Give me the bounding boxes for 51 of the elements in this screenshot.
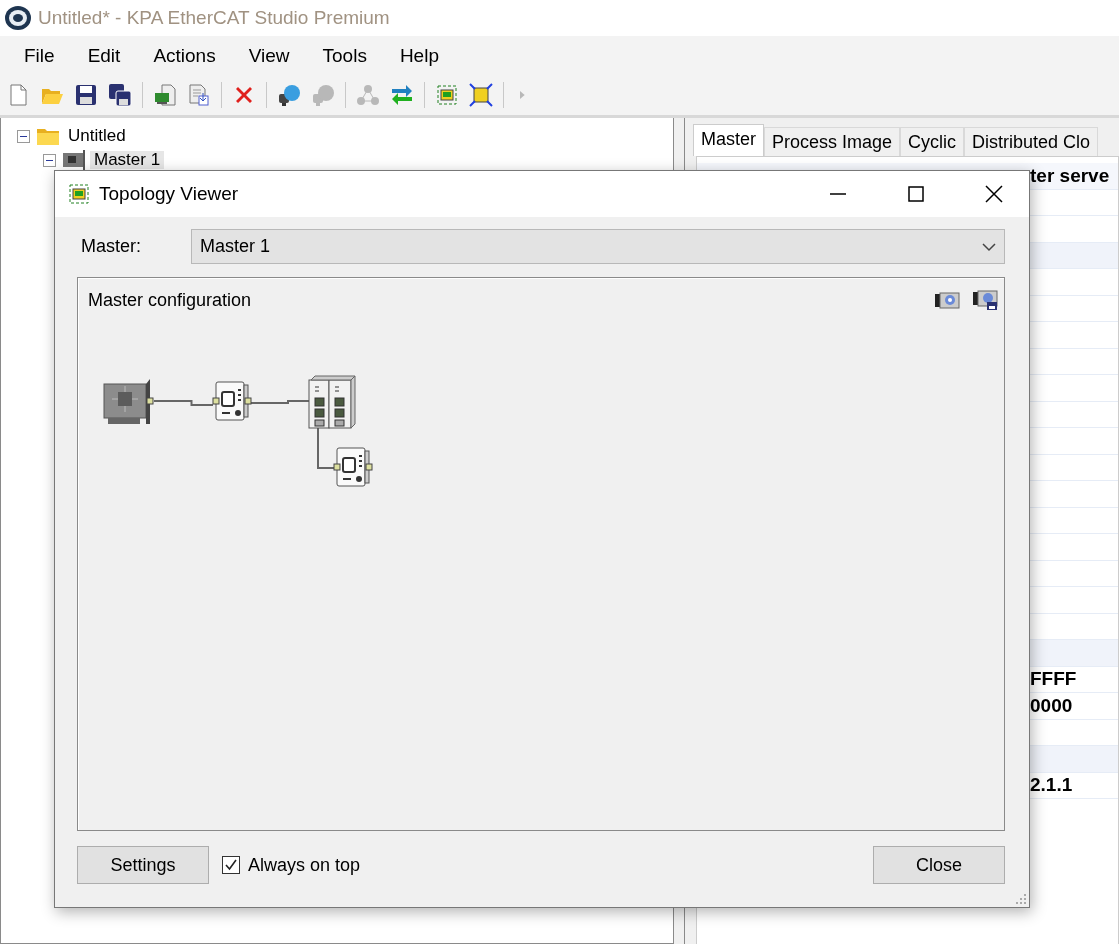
property-value: FFFF	[1030, 668, 1077, 691]
menu-item[interactable]: Edit	[75, 44, 133, 67]
fit-icon[interactable]	[469, 83, 493, 107]
panel-title: Master configuration	[88, 290, 252, 311]
settings-button[interactable]: Settings	[77, 846, 209, 884]
resize-grip-icon[interactable]	[1016, 894, 1026, 904]
connect-icon[interactable]	[277, 83, 301, 107]
connector-line	[250, 400, 310, 404]
tab[interactable]: Distributed Clo	[964, 127, 1099, 156]
swap-arrows-icon[interactable]	[390, 83, 414, 107]
property-value: ter serve	[1030, 164, 1110, 187]
connector-line	[153, 400, 214, 406]
menu-item[interactable]: File	[12, 44, 67, 67]
property-value: 2.1.1	[1030, 774, 1073, 797]
camera-icon[interactable]	[934, 290, 960, 310]
expand-toggle[interactable]	[43, 153, 56, 167]
network-card-icon[interactable]	[153, 83, 177, 107]
topology-icon[interactable]	[435, 83, 459, 107]
import-icon[interactable]	[187, 83, 211, 107]
master-dropdown[interactable]: Master 1	[191, 229, 1005, 264]
tab[interactable]: Cyclic	[900, 127, 965, 156]
checkbox-label: Always on top	[248, 854, 361, 876]
coupler-drawing	[308, 375, 356, 429]
maximize-icon[interactable]	[907, 185, 925, 203]
menu-item[interactable]: Actions	[141, 44, 228, 67]
close-button[interactable]: Close	[873, 846, 1005, 884]
folder-icon	[36, 126, 60, 146]
save-all-icon[interactable]	[108, 83, 132, 107]
master-label: Master:	[80, 236, 142, 257]
io-module-drawing	[333, 447, 373, 487]
dialog-title: Topology Viewer	[99, 183, 240, 205]
tree-item[interactable]: Master 1	[90, 151, 165, 169]
save-icon[interactable]	[74, 83, 98, 107]
network-card-drawing	[103, 379, 154, 424]
menu-item[interactable]: Help	[387, 44, 451, 67]
property-value: 0000	[1030, 694, 1073, 717]
window-title: Untitled* - KPA EtherCAT Studio Premium	[38, 7, 390, 29]
expand-toggle[interactable]	[17, 129, 30, 143]
menu-item[interactable]: Tools	[310, 44, 379, 67]
camera-save-icon[interactable]	[972, 290, 998, 310]
checkbox[interactable]	[222, 856, 240, 874]
topology-icon	[67, 182, 91, 206]
connector-line	[317, 427, 335, 469]
chevron-down-icon[interactable]	[982, 241, 996, 252]
tree-item[interactable]: Untitled	[64, 127, 130, 145]
tab[interactable]: Process Image	[764, 127, 901, 156]
app-icon	[4, 5, 32, 31]
io-module-drawing	[212, 381, 252, 421]
close-icon[interactable]	[985, 185, 1003, 203]
menu-item[interactable]: View	[236, 44, 302, 67]
tab[interactable]: Master	[693, 124, 764, 156]
